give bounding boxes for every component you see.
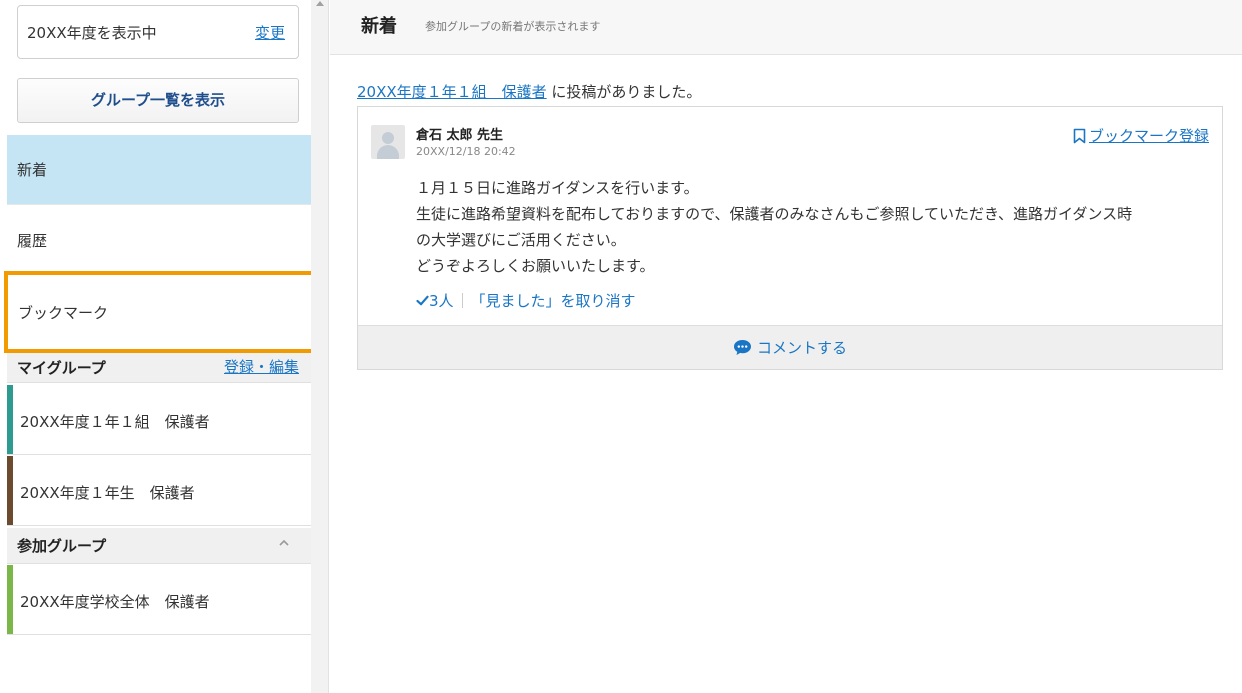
- sidebar-item-new[interactable]: 新着: [7, 135, 311, 205]
- avatar-head: [382, 132, 394, 144]
- main-content: 新着 参加グループの新着が表示されます 20XX年度１年１組 保護者 に投稿があ…: [330, 0, 1242, 693]
- post-author: 倉石 太郎 先生: [416, 128, 504, 143]
- divider: [461, 293, 463, 308]
- post-body: １月１５日に進路ガイダンスを行います。 生徒に進路希望資料を配布しておりますので…: [416, 175, 1206, 279]
- post-notice: 20XX年度１年１組 保護者 に投稿がありました。: [357, 81, 701, 102]
- notice-group-link[interactable]: 20XX年度１年１組 保護者: [357, 83, 547, 101]
- chevron-up-icon[interactable]: [277, 536, 291, 550]
- undo-seen-button[interactable]: 「見ました」を取り消す: [471, 290, 636, 311]
- seen-row: 3人 「見ました」を取り消す: [416, 290, 636, 311]
- sidebar-item-label: ブックマーク: [18, 304, 109, 322]
- avatar: [371, 125, 405, 159]
- joined-group-item[interactable]: 20XX年度学校全体 保護者: [7, 565, 311, 635]
- comment-label: コメントする: [756, 339, 847, 357]
- my-groups-header: マイグループ 登録・編集: [7, 350, 311, 383]
- avatar-body: [377, 145, 399, 159]
- group-label: 20XX年度１年生 保護者: [20, 484, 195, 502]
- post-body-line: 生徒に進路希望資料を配布しておりますので、保護者のみなさんもご参照していただき、…: [416, 205, 1133, 223]
- year-label: 20XX年度を表示中: [27, 24, 157, 42]
- post-body-line: どうぞよろしくお願いいたします。: [416, 257, 655, 275]
- sidebar-scrollbar[interactable]: [311, 0, 329, 693]
- group-label: 20XX年度１年１組 保護者: [20, 413, 210, 431]
- joined-groups-title: 参加グループ: [17, 537, 107, 555]
- group-color-bar: [7, 565, 13, 634]
- sidebar-item-label: 新着: [17, 161, 48, 179]
- my-groups-edit-link[interactable]: 登録・編集: [224, 356, 299, 377]
- scroll-up-arrow-icon[interactable]: [316, 1, 324, 6]
- seen-count[interactable]: 3人: [429, 290, 454, 311]
- group-color-bar: [7, 385, 13, 454]
- my-groups-title: マイグループ: [17, 359, 106, 377]
- sidebar: 20XX年度を表示中 変更 グループ一覧を表示 新着 履歴 マイグループ 登録・…: [0, 0, 318, 693]
- year-selector: 20XX年度を表示中 変更: [17, 5, 299, 59]
- my-group-item[interactable]: 20XX年度１年生 保護者: [7, 456, 311, 526]
- post-body-line: の大学選びにご活用ください。: [416, 231, 626, 249]
- change-year-link[interactable]: 変更: [255, 22, 285, 43]
- bookmark-register-button[interactable]: ブックマーク登録: [1073, 125, 1209, 146]
- bookmark-register-label: ブックマーク登録: [1088, 127, 1209, 145]
- main-header: 新着 参加グループの新着が表示されます: [330, 0, 1242, 55]
- sidebar-item-label: 履歴: [17, 232, 48, 250]
- post-timestamp: 20XX/12/18 20:42: [416, 145, 516, 158]
- comment-icon: [733, 340, 751, 355]
- comment-button[interactable]: コメントする: [358, 325, 1222, 369]
- post-card: 倉石 太郎 先生 20XX/12/18 20:42 ブックマーク登録 １月１５日…: [357, 106, 1223, 370]
- notice-suffix: に投稿がありました。: [546, 83, 702, 101]
- page-subtitle: 参加グループの新着が表示されます: [425, 20, 601, 33]
- page-title: 新着: [361, 16, 397, 37]
- group-list-button[interactable]: グループ一覧を表示: [17, 78, 299, 123]
- sidebar-item-bookmark[interactable]: ブックマーク: [4, 271, 318, 353]
- check-icon: [416, 295, 429, 306]
- sidebar-item-history[interactable]: 履歴: [7, 206, 311, 276]
- bookmark-icon: [1073, 128, 1086, 143]
- my-group-item[interactable]: 20XX年度１年１組 保護者: [7, 385, 311, 455]
- post-body-line: １月１５日に進路ガイダンスを行います。: [416, 179, 699, 197]
- group-label: 20XX年度学校全体 保護者: [20, 593, 210, 611]
- group-color-bar: [7, 456, 13, 525]
- joined-groups-header: 参加グループ: [7, 528, 311, 564]
